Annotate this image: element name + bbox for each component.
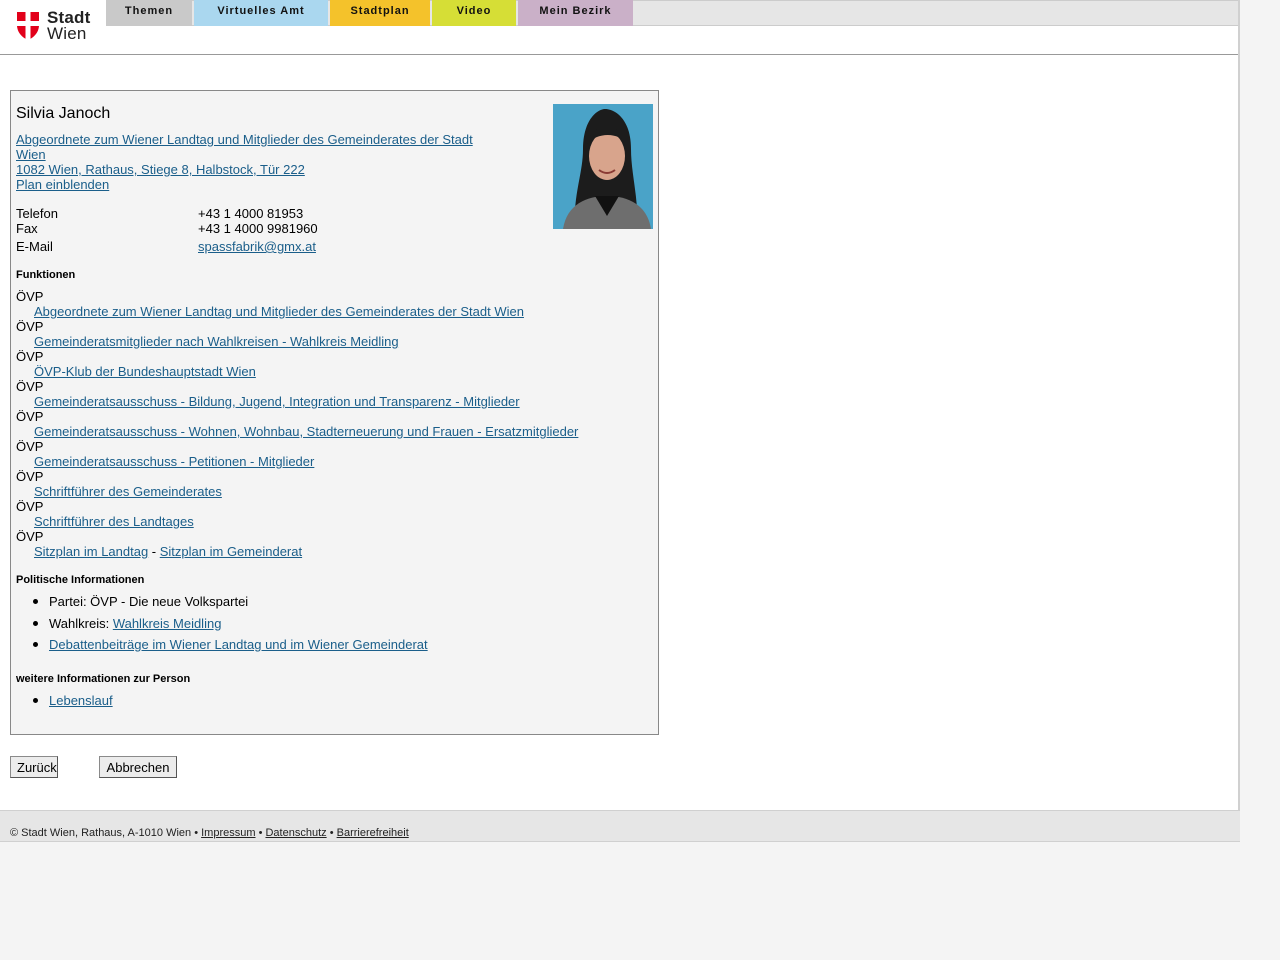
function-link[interactable]: Gemeinderatsausschuss - Petitionen - Mit…: [34, 454, 314, 469]
impressum-link[interactable]: Impressum: [201, 827, 255, 839]
function-party: ÖVP: [16, 469, 44, 484]
function-party: ÖVP: [16, 409, 44, 424]
function-link[interactable]: Schriftführer des Gemeinderates: [34, 484, 222, 499]
debates-link[interactable]: Debattenbeiträge im Wiener Landtag und i…: [49, 637, 428, 652]
show-map-link[interactable]: Plan einblenden: [16, 177, 109, 192]
function-party: ÖVP: [16, 379, 44, 394]
seating-landtag-link[interactable]: Sitzplan im Landtag: [34, 544, 148, 559]
more-info-list: Lebenslauf: [33, 693, 113, 715]
functions-heading: Funktionen: [16, 269, 76, 281]
nav-tab-virtuelles-amt[interactable]: Virtuelles Amt: [194, 0, 328, 26]
nav-tab-stadtplan[interactable]: Stadtplan: [330, 0, 430, 26]
function-link[interactable]: Gemeinderatsmitglieder nach Wahlkreisen …: [34, 334, 399, 349]
function-link[interactable]: Gemeinderatsausschuss - Wohnen, Wohnbau,…: [34, 424, 578, 439]
address-link[interactable]: 1082 Wien, Rathaus, Stiege 8, Halbstock,…: [16, 162, 305, 177]
email-link[interactable]: spassfabrik@gmx.at: [198, 239, 316, 254]
person-address-block: Abgeordnete zum Wiener Landtag und Mitgl…: [16, 132, 486, 192]
footer-bullet: •: [191, 827, 202, 839]
fax-label: Fax: [16, 221, 38, 236]
back-button[interactable]: Zurück: [10, 756, 58, 778]
function-link[interactable]: Abgeordnete zum Wiener Landtag und Mitgl…: [34, 304, 524, 319]
party-text: Partei: ÖVP - Die neue Volkspartei: [49, 594, 249, 609]
role-link[interactable]: Abgeordnete zum Wiener Landtag und Mitgl…: [16, 132, 473, 162]
site-footer: © Stadt Wien, Rathaus, A-1010 Wien • Imp…: [0, 810, 1240, 842]
political-info-list: Partei: ÖVP - Die neue Volkspartei Wahlk…: [33, 594, 428, 659]
logo-text: Stadt Wien: [47, 9, 91, 43]
nav-tab-mein-bezirk[interactable]: Mein Bezirk: [518, 0, 633, 26]
person-card: Silvia Janoch Abgeordnete zum Wiener Lan…: [10, 90, 659, 735]
debates-item: Debattenbeiträge im Wiener Landtag und i…: [33, 637, 428, 659]
datenschutz-link[interactable]: Datenschutz: [265, 827, 326, 839]
function-party: ÖVP: [16, 349, 44, 364]
nav-tab-themen[interactable]: Themen: [106, 0, 192, 26]
seating-separator: -: [148, 544, 160, 559]
function-link[interactable]: Gemeinderatsausschuss - Bildung, Jugend,…: [34, 394, 520, 409]
district-item: Wahlkreis: Wahlkreis Meidling: [33, 616, 428, 638]
person-name: Silvia Janoch: [16, 105, 111, 122]
district-link[interactable]: Wahlkreis Meidling: [113, 616, 222, 631]
fax-value: +43 1 4000 9981960: [198, 221, 318, 236]
page-sheet: Stadt Wien Themen Virtuelles Amt Stadtpl…: [0, 0, 1240, 842]
function-party: ÖVP: [16, 319, 44, 334]
function-party: ÖVP: [16, 529, 44, 544]
cv-link[interactable]: Lebenslauf: [49, 693, 113, 708]
footer-copyright: © Stadt Wien, Rathaus, A-1010 Wien: [10, 827, 192, 839]
district-label: Wahlkreis:: [49, 615, 113, 631]
vienna-shield-icon: [17, 12, 39, 40]
footer-bullet: •: [326, 827, 337, 839]
person-photo: [553, 104, 653, 229]
phone-label: Telefon: [16, 206, 58, 221]
stadt-wien-logo[interactable]: Stadt Wien: [16, 9, 96, 44]
political-info-heading: Politische Informationen: [16, 574, 145, 586]
function-link[interactable]: ÖVP-Klub der Bundeshauptstadt Wien: [34, 364, 256, 379]
phone-value: +43 1 4000 81953: [198, 206, 304, 221]
function-party: ÖVP: [16, 499, 44, 514]
function-link[interactable]: Schriftführer des Landtages: [34, 514, 194, 529]
site-header: Stadt Wien Themen Virtuelles Amt Stadtpl…: [0, 0, 1238, 55]
function-party: ÖVP: [16, 289, 44, 304]
email-label: E-Mail: [16, 239, 53, 254]
cv-item: Lebenslauf: [33, 693, 113, 715]
logo-line-2: Wien: [47, 24, 87, 43]
seating-gemeinderat-link[interactable]: Sitzplan im Gemeinderat: [160, 544, 302, 559]
function-party: ÖVP: [16, 439, 44, 454]
more-info-heading: weitere Informationen zur Person: [16, 673, 191, 685]
barrierefreiheit-link[interactable]: Barrierefreiheit: [337, 827, 409, 839]
party-item: Partei: ÖVP - Die neue Volkspartei: [33, 594, 428, 616]
footer-bullet: •: [255, 827, 266, 839]
footer-links: © Stadt Wien, Rathaus, A-1010 Wien • Imp…: [10, 827, 409, 839]
seating-links: Sitzplan im Landtag - Sitzplan im Gemein…: [34, 544, 302, 559]
nav-tab-video[interactable]: Video: [432, 0, 516, 26]
cancel-button[interactable]: Abbrechen: [99, 756, 177, 778]
